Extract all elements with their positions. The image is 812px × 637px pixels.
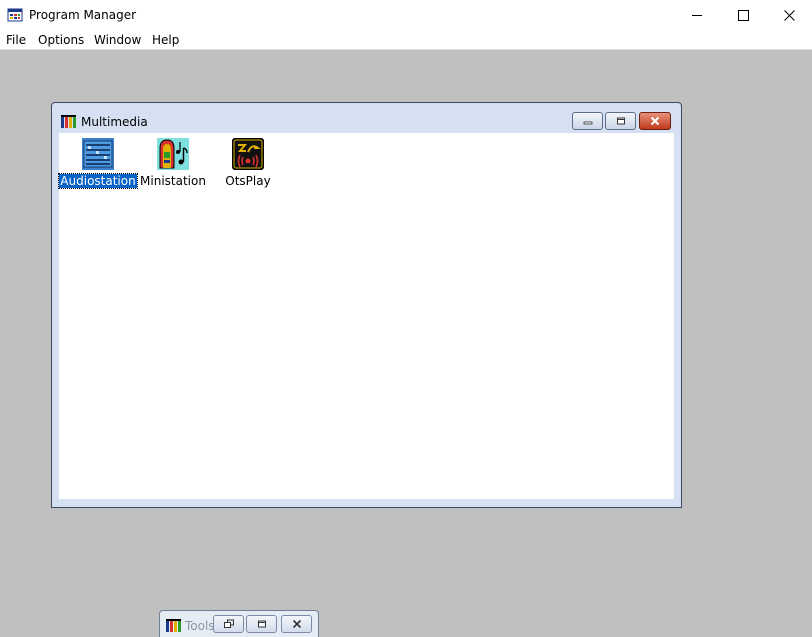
program-otsplay[interactable]: OtsPlay	[209, 135, 287, 189]
close-icon	[783, 9, 795, 21]
tools-restore-button[interactable]	[213, 615, 244, 633]
app-titlebar: Program Manager	[0, 0, 812, 30]
program-label: Ministation	[140, 174, 206, 188]
window-close-button[interactable]	[766, 0, 812, 30]
maximize-icon	[737, 9, 749, 21]
tools-close-button[interactable]	[281, 615, 312, 633]
multimedia-window-title: Multimedia	[81, 115, 148, 129]
restore-icon	[223, 619, 234, 628]
menu-bar: File Options Window Help	[0, 30, 812, 50]
multimedia-client-area: Audiostation Ministation OtsPlay	[58, 133, 674, 499]
tools-maximize-button[interactable]	[246, 615, 277, 633]
menu-file[interactable]: File	[5, 32, 27, 48]
minimize-icon	[691, 14, 702, 16]
close-icon	[650, 116, 660, 126]
program-manager-icon	[7, 8, 23, 22]
program-label: OtsPlay	[225, 174, 271, 188]
program-label: Audiostation	[58, 173, 138, 189]
audiostation-icon	[82, 138, 114, 170]
multimedia-titlebar[interactable]: Multimedia	[52, 103, 681, 133]
multimedia-window: Multimedia Audiostation Ministation OtsP…	[51, 102, 682, 508]
multimedia-restore-button[interactable]	[605, 112, 636, 130]
close-icon	[292, 619, 301, 629]
restore-icon	[616, 117, 625, 125]
multimedia-minimize-button[interactable]	[572, 112, 603, 130]
tools-window-title: Tools	[185, 619, 215, 633]
menu-options[interactable]: Options	[37, 32, 85, 48]
menu-window[interactable]: Window	[93, 32, 142, 48]
program-group-icon	[61, 115, 76, 128]
ministation-icon	[157, 138, 189, 170]
program-ministation[interactable]: Ministation	[134, 135, 212, 189]
multimedia-close-button[interactable]	[639, 112, 671, 130]
otsplay-icon	[232, 138, 264, 170]
window-maximize-button[interactable]	[720, 0, 766, 30]
menu-help[interactable]: Help	[151, 32, 180, 48]
maximize-icon	[257, 620, 266, 628]
minimize-icon	[583, 121, 592, 125]
program-audiostation[interactable]: Audiostation	[58, 135, 138, 189]
tools-window-minimized[interactable]: Tools	[159, 610, 319, 637]
app-title: Program Manager	[29, 8, 137, 22]
window-minimize-button[interactable]	[674, 0, 720, 30]
program-group-icon	[166, 619, 181, 632]
